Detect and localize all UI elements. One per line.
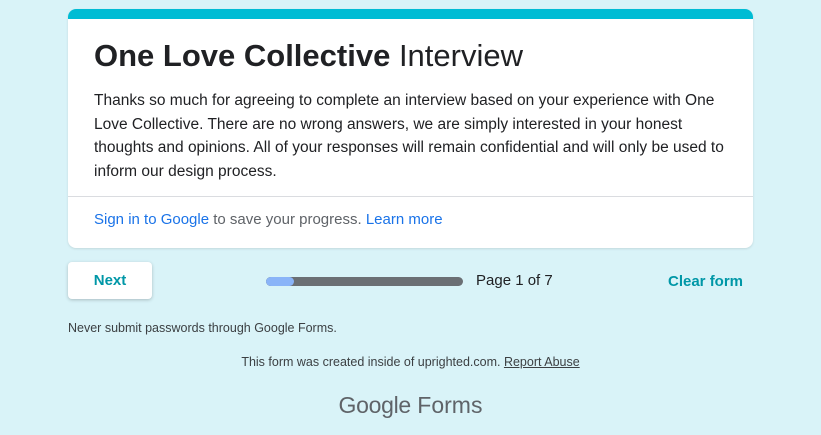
password-warning: Never submit passwords through Google Fo…	[68, 321, 337, 335]
sign-in-link[interactable]: Sign in to Google	[94, 211, 209, 228]
creation-text: This form was created inside of uprighte…	[241, 355, 504, 369]
creation-note: This form was created inside of uprighte…	[0, 354, 821, 370]
accent-bar	[68, 9, 753, 19]
form-title-bold: One Love Collective	[94, 38, 391, 73]
next-button[interactable]: Next	[68, 262, 152, 299]
logo-product: Forms	[410, 392, 483, 418]
form-title-rest: Interview	[390, 38, 523, 73]
page-indicator: Page 1 of 7	[476, 272, 553, 289]
report-abuse-link[interactable]: Report Abuse	[504, 355, 580, 369]
signin-row: Sign in to Google to save your progress.…	[94, 210, 443, 230]
signin-text: to save your progress.	[209, 211, 366, 228]
form-title: One Love Collective Interview	[94, 37, 523, 75]
progress-bar	[266, 277, 463, 286]
google-forms-logo[interactable]: Google Forms	[0, 390, 821, 420]
learn-more-link[interactable]: Learn more	[366, 211, 443, 228]
clear-form-button[interactable]: Clear form	[660, 265, 751, 297]
divider	[68, 196, 753, 197]
logo-brand: Google	[338, 392, 412, 418]
progress-bar-fill	[266, 277, 295, 286]
form-description: Thanks so much for agreeing to complete …	[94, 92, 724, 180]
form-header-card: One Love Collective Interview Thanks so …	[68, 9, 753, 248]
